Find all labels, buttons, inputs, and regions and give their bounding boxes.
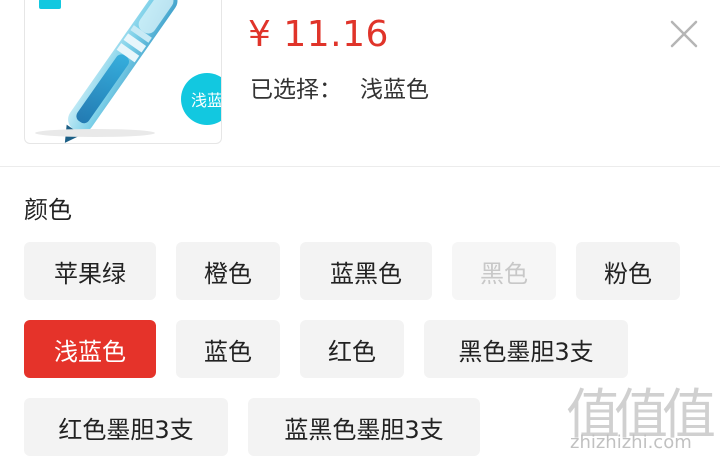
- color-chip-red[interactable]: 红色: [300, 320, 404, 378]
- color-chip-orange[interactable]: 橙色: [176, 242, 280, 300]
- selected-value: 浅蓝色: [360, 77, 429, 103]
- watermark-logo: 值值值: [566, 383, 716, 446]
- color-chip-navy-black-refill-3[interactable]: 蓝黑色墨胆3支: [248, 398, 480, 456]
- color-chip-black-disabled: 黑色: [452, 242, 556, 300]
- selected-label: 已选择：: [250, 77, 342, 103]
- pen-image: [35, 0, 178, 143]
- product-price: ¥ 11.16: [248, 14, 389, 55]
- color-chip-red-refill-3[interactable]: 红色墨胆3支: [24, 398, 228, 456]
- watermark-url: zhizhizhi.com: [570, 432, 692, 453]
- color-chip-black-refill-3[interactable]: 黑色墨胆3支: [424, 320, 628, 378]
- product-thumbnail: 浅蓝: [24, 0, 222, 144]
- section-divider: [0, 166, 720, 167]
- close-icon[interactable]: [668, 18, 700, 50]
- site-watermark: 值值值 zhizhizhi.com: [562, 370, 716, 458]
- color-chip-navy-black[interactable]: 蓝黑色: [300, 242, 432, 300]
- color-chip-apple-green[interactable]: 苹果绿: [24, 242, 156, 300]
- color-chip-blue[interactable]: 蓝色: [176, 320, 280, 378]
- selected-summary: 已选择： 浅蓝色: [250, 70, 429, 104]
- color-chip-pink[interactable]: 粉色: [576, 242, 680, 300]
- color-chip-light-blue-selected[interactable]: 浅蓝色: [24, 320, 156, 378]
- color-option-title: 颜色: [24, 196, 72, 224]
